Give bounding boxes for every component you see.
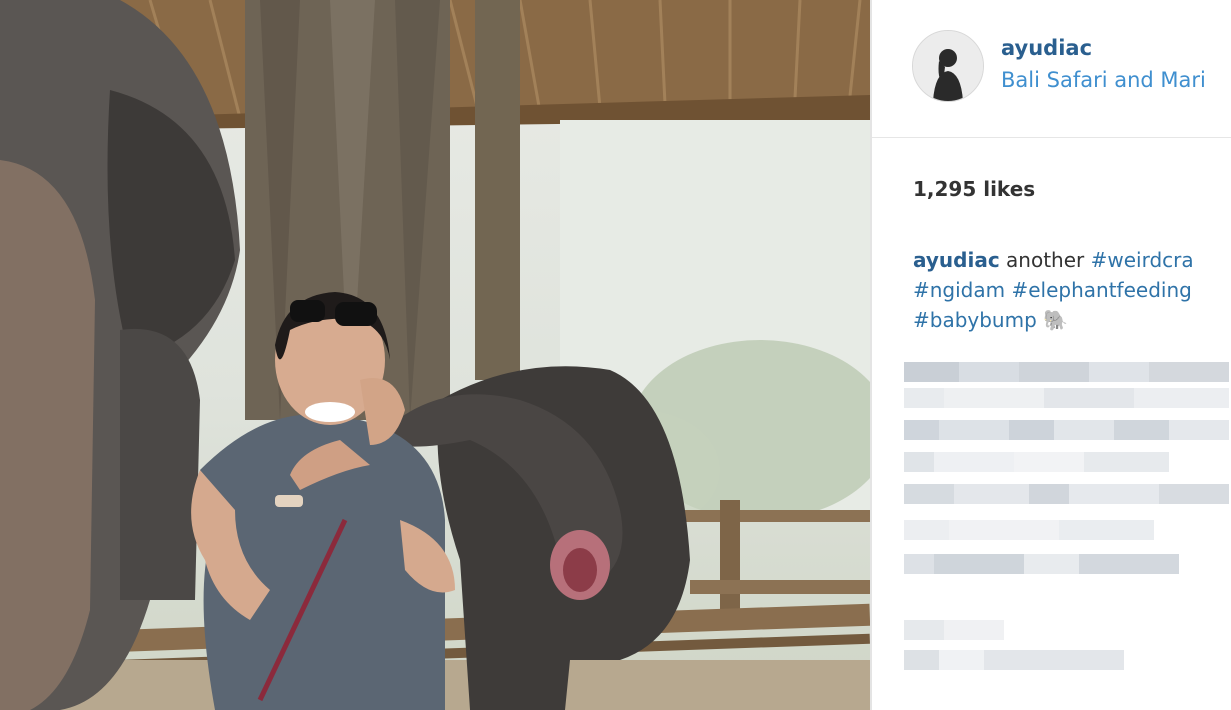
hashtag-elephantfeeding[interactable]: #elephantfeeding [1011, 278, 1191, 302]
caption-username[interactable]: ayudiac [913, 248, 1000, 272]
caption-text: another [1006, 248, 1091, 272]
caption: ayudiac another #weirdcra #ngidam #eleph… [913, 245, 1231, 335]
avatar[interactable] [912, 30, 984, 102]
hashtag-weirdcra[interactable]: #weirdcra [1091, 248, 1194, 272]
location-link[interactable]: Bali Safari and Mari [1001, 68, 1206, 92]
profile-photo-icon [913, 31, 983, 101]
header-divider [872, 137, 1231, 138]
likes-count[interactable]: 1,295 likes [913, 177, 1035, 201]
hashtag-babybump[interactable]: #babybump [913, 308, 1037, 332]
fence-rail [680, 510, 870, 522]
username[interactable]: ayudiac [1001, 36, 1092, 60]
photo-illustration [0, 0, 870, 710]
post-details-panel: ayudiac Bali Safari and Mari 1,295 likes… [872, 0, 1231, 710]
elephant-emoji-icon: 🐘 [1043, 308, 1069, 332]
post-photo[interactable] [0, 0, 870, 710]
hashtag-ngidam[interactable]: #ngidam [913, 278, 1005, 302]
